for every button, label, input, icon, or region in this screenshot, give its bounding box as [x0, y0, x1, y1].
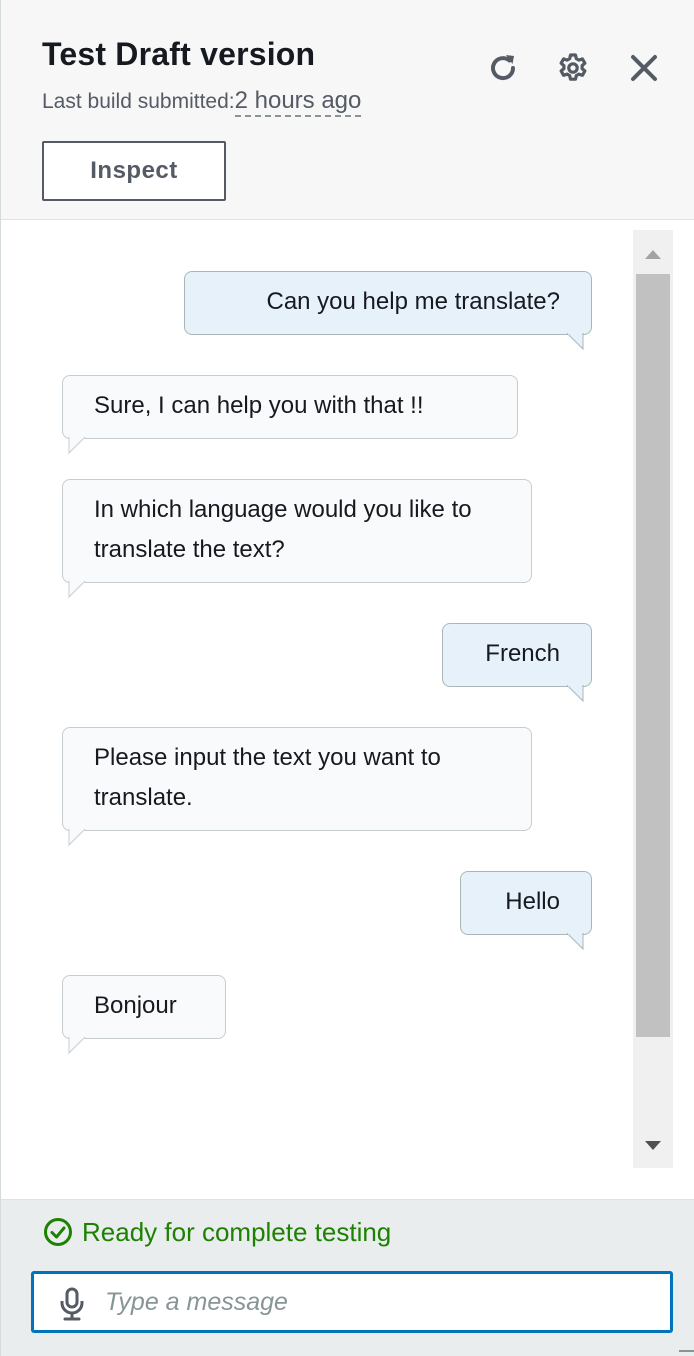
build-time[interactable]: 2 hours ago: [234, 87, 362, 117]
status-text: Ready for complete testing: [82, 1216, 392, 1247]
user-message: Can you help me translate?: [184, 271, 592, 335]
bot-message-tail: [68, 829, 86, 847]
message-text: Sure, I can help you with that !!: [94, 392, 424, 419]
panel-title: Test Draft version: [42, 36, 316, 72]
triangle-down-icon: [645, 1141, 661, 1150]
message-text: French: [485, 640, 560, 667]
message-text: Hello: [505, 888, 560, 915]
testing-status: Ready for complete testing: [42, 1216, 391, 1248]
refresh-icon: [491, 55, 516, 81]
user-message: French: [442, 623, 592, 687]
settings-button[interactable]: [551, 46, 595, 90]
panel-footer: Ready for complete testing: [1, 1199, 694, 1356]
bot-message: Please input the text you want to transl…: [62, 727, 532, 831]
inspect-button[interactable]: Inspect: [42, 141, 226, 201]
user-message-tail: [567, 933, 584, 951]
test-bot-panel: Test Draft version Last build submitted:…: [0, 0, 694, 1356]
bot-message: Bonjour: [62, 975, 226, 1039]
resize-mark: [679, 1350, 694, 1352]
close-button[interactable]: [622, 46, 666, 90]
triangle-up-icon: [645, 250, 661, 259]
scroll-down-button[interactable]: [633, 1126, 673, 1166]
check-circle-icon: [42, 1216, 74, 1248]
bot-message-tail: [68, 581, 86, 599]
bot-message: Sure, I can help you with that !!: [62, 375, 518, 439]
microphone-icon[interactable]: [57, 1287, 87, 1321]
conversation-area: Can you help me translate? Sure, I can h…: [1, 221, 694, 1199]
refresh-button[interactable]: [481, 46, 525, 90]
panel-header: Test Draft version Last build submitted:…: [1, 0, 694, 220]
build-status-label: Last build submitted:: [42, 90, 235, 113]
message-text: In which language would you like to tran…: [94, 496, 472, 563]
close-icon: [631, 55, 657, 81]
settings-icon: [559, 53, 587, 81]
user-message: Hello: [460, 871, 592, 935]
bot-message: In which language would you like to tran…: [62, 479, 532, 583]
message-input[interactable]: [105, 1279, 655, 1325]
bot-message-tail: [68, 437, 86, 455]
scroll-up-button[interactable]: [633, 234, 673, 274]
user-message-tail: [567, 333, 584, 351]
message-text: Bonjour: [94, 992, 177, 1019]
user-message-tail: [567, 685, 584, 703]
message-text: Please input the text you want to transl…: [94, 744, 441, 811]
build-status-line: Last build submitted:2 hours ago: [42, 87, 362, 117]
bot-message-tail: [68, 1037, 86, 1055]
message-input-container[interactable]: [31, 1271, 673, 1333]
conversation-scrollbar[interactable]: [633, 230, 673, 1168]
scrollbar-thumb[interactable]: [636, 274, 670, 1037]
message-text: Can you help me translate?: [266, 288, 560, 315]
